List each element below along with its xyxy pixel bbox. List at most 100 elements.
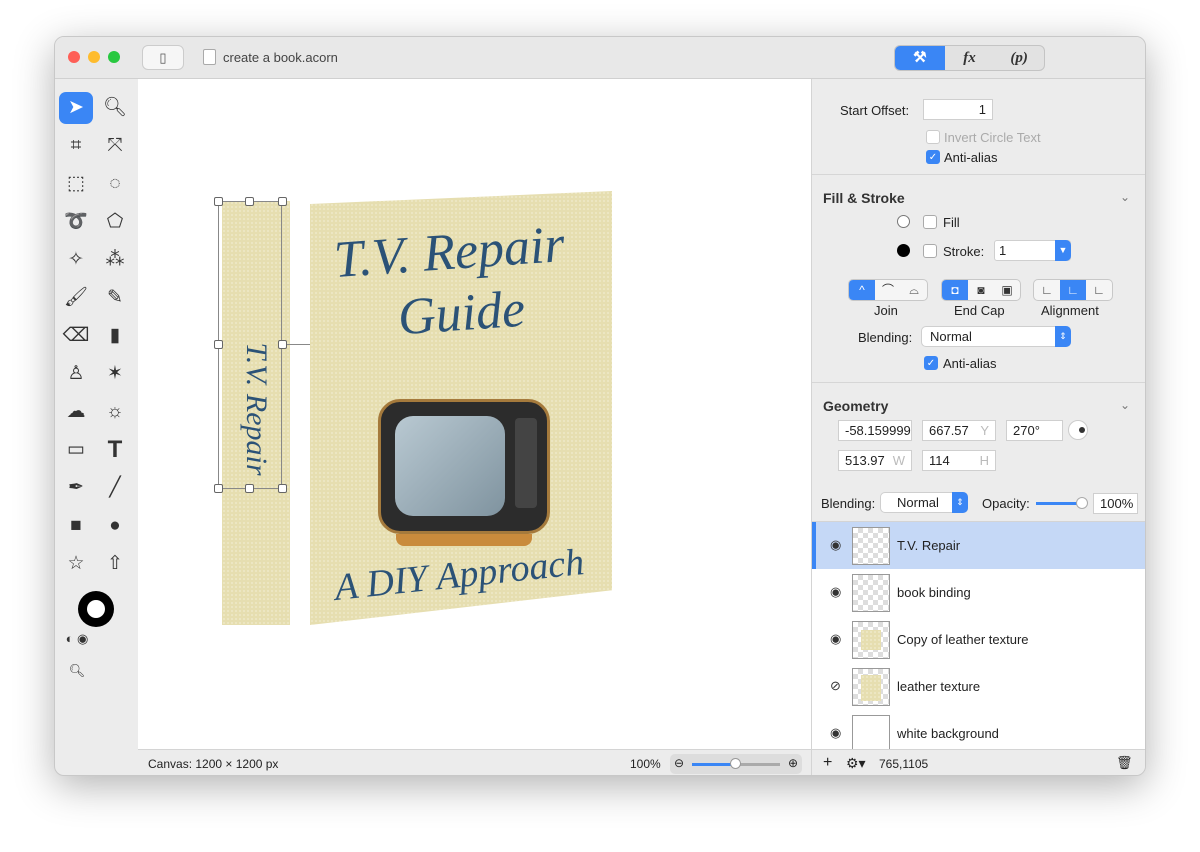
layer-row[interactable]: ◉ T.V. Repair [812,522,1145,569]
fill-checkbox[interactable] [923,215,937,229]
sidebar-toggle-icon[interactable]: ▯ [142,45,184,70]
clone-stamp-icon[interactable]: ♙ [59,358,93,390]
angle-field[interactable]: 270° [1006,420,1063,441]
y-value: 667.57 [929,423,969,438]
eye-icon[interactable]: ◉ [830,537,841,553]
pencil-icon[interactable]: ✎ [98,282,132,314]
width-field[interactable]: 513.97 W [838,450,912,471]
ellipse-select-icon[interactable]: ◌ [98,168,132,200]
eraser-icon[interactable]: ⌫ [59,320,93,352]
cap-butt-icon[interactable]: ◘ [942,280,968,300]
zoom-in-icon[interactable]: ⊕ [788,756,798,770]
rect-select-icon[interactable]: ⬚ [59,168,93,200]
y-field[interactable]: 667.57 Y [922,420,996,441]
brush-icon[interactable]: 🖌︎ [59,282,93,314]
layer-row[interactable]: ◉ book binding [812,569,1145,616]
join-round-icon[interactable]: ⌒ [875,280,901,300]
align-inside-icon[interactable]: ∟ [1034,280,1060,300]
cloud-icon[interactable]: ☁︎ [59,396,93,428]
rectangle-icon[interactable]: ■ [59,510,93,542]
tool-palette: ➤ 🔍︎ ⌗ ⤧ ⬚ ◌ ➰ ⬠ ✧ ⁂ 🖌︎ ✎ ⌫ ▮ ♙ ✶ ☁︎ ☼ ▭… [55,79,138,749]
anti-alias-label: Anti-alias [944,150,998,165]
canvas[interactable]: T.V. Repair T.V. Repair Guide A DIY Appr… [138,79,811,749]
star-icon[interactable]: ☆ [59,548,93,580]
layer-blending-value: Normal [897,495,939,510]
close-button[interactable] [68,51,80,63]
zoom-slider[interactable]: ⊖ ⊕ [670,754,802,774]
add-layer-icon[interactable]: + [823,754,832,772]
tab-fx[interactable]: fx [945,46,995,70]
sun-icon[interactable]: ☼ [98,396,132,428]
layers-toolbar: Blending: Normal ⇕ Opacity: 100% [812,485,1145,522]
crop-tool-icon[interactable]: ⌗ [59,130,93,162]
gradient-icon[interactable]: ▭ [59,434,93,466]
layer-row[interactable]: ◉ Copy of leather texture [812,616,1145,663]
anti-alias-checkbox[interactable]: ✓ [926,150,940,164]
color-wand-icon[interactable]: ⁂ [98,244,132,276]
transform-tool-icon[interactable]: ⤧ [98,130,132,162]
stroke-anti-alias-checkbox[interactable]: ✓ [924,356,938,370]
align-outside-icon[interactable]: ∟ [1086,280,1112,300]
magic-wand-icon[interactable]: ✧ [59,244,93,276]
eye-hidden-icon[interactable]: ⊘ [830,678,841,694]
pen-icon[interactable]: ✒ [59,472,93,504]
x-field[interactable]: -58.159999 [838,420,912,441]
eye-icon[interactable]: ◉ [830,725,841,741]
cursor-coords: 765,1105 [879,757,929,771]
dodge-icon[interactable]: ▮ [98,320,132,352]
stroke-color-well[interactable] [897,244,910,257]
opacity-field[interactable]: 100% [1093,493,1138,514]
minimize-button[interactable] [88,51,100,63]
fill-color-well[interactable] [897,215,910,228]
tab-tools-icon[interactable]: ⚒ [895,46,945,70]
window-title: create a book.acorn [223,50,338,65]
invert-circle-text-checkbox[interactable] [926,130,940,144]
stroke-width-value: 1 [999,243,1007,258]
chevron-down-icon[interactable]: ⌄ [1120,190,1130,204]
fill-label: Fill [943,215,960,230]
end-cap-group: ◘ ◙ ▣ [941,279,1021,301]
layer-row[interactable]: ◉ white background [812,710,1145,749]
layer-name: leather texture [897,679,981,694]
smudge-icon[interactable]: ✶ [98,358,132,390]
stroke-width-combo[interactable]: 1 ▼ [994,240,1071,261]
polygon-lasso-icon[interactable]: ⬠ [98,206,132,238]
angle-dial[interactable] [1068,420,1088,440]
align-center-icon[interactable]: ∟ [1060,280,1086,300]
text-tool-icon[interactable]: T [98,434,132,466]
start-offset-field[interactable]: 1 [923,99,993,120]
layer-row[interactable]: ⊘ leather texture [812,663,1145,710]
layer-blending-select[interactable]: Normal ⇕ [880,492,968,513]
zoom-tool-icon[interactable]: 🔍︎ [98,92,132,124]
gear-icon[interactable]: ⚙▾ [846,755,866,772]
inspector-tabs: ⚒ fx (p) [894,45,1045,71]
cap-round-icon[interactable]: ◙ [968,280,994,300]
join-miter-icon[interactable]: ^ [849,280,875,300]
blending-select[interactable]: Normal ⇕ [921,326,1071,347]
move-tool-icon[interactable]: ➤ [59,92,93,124]
oval-icon[interactable]: ● [98,510,132,542]
stroke-color-well[interactable] [78,591,114,627]
title-bar: ▯ create a book.acorn ⚒ fx (p) [55,37,1145,79]
tab-properties[interactable]: (p) [994,46,1044,70]
cap-square-icon[interactable]: ▣ [994,280,1020,300]
eye-icon[interactable]: ◉ [830,631,841,647]
line-icon[interactable]: ╱ [98,472,132,504]
arrow-shape-icon[interactable]: ⇧ [98,548,132,580]
zoom-button[interactable] [108,51,120,63]
trash-icon[interactable]: 🗑︎ [1116,755,1133,771]
swap-colors-icon[interactable]: ◐ ◉ 🔍︎ [60,623,94,678]
y-unit: Y [980,423,989,438]
stroke-checkbox[interactable] [923,244,937,258]
selection-box [218,201,282,489]
zoom-out-icon[interactable]: ⊖ [674,756,684,770]
height-field[interactable]: 114 H [922,450,996,471]
eye-icon[interactable]: ◉ [830,584,841,600]
zoom-level: 100% [630,757,661,771]
chevron-down-icon[interactable]: ⌄ [1120,398,1130,412]
w-value: 513.97 [845,453,885,468]
join-group: ^ ⌒ ⌓ [848,279,928,301]
lasso-icon[interactable]: ➰ [59,206,93,238]
join-bevel-icon[interactable]: ⌓ [901,280,927,300]
h-value: 114 [929,453,950,468]
